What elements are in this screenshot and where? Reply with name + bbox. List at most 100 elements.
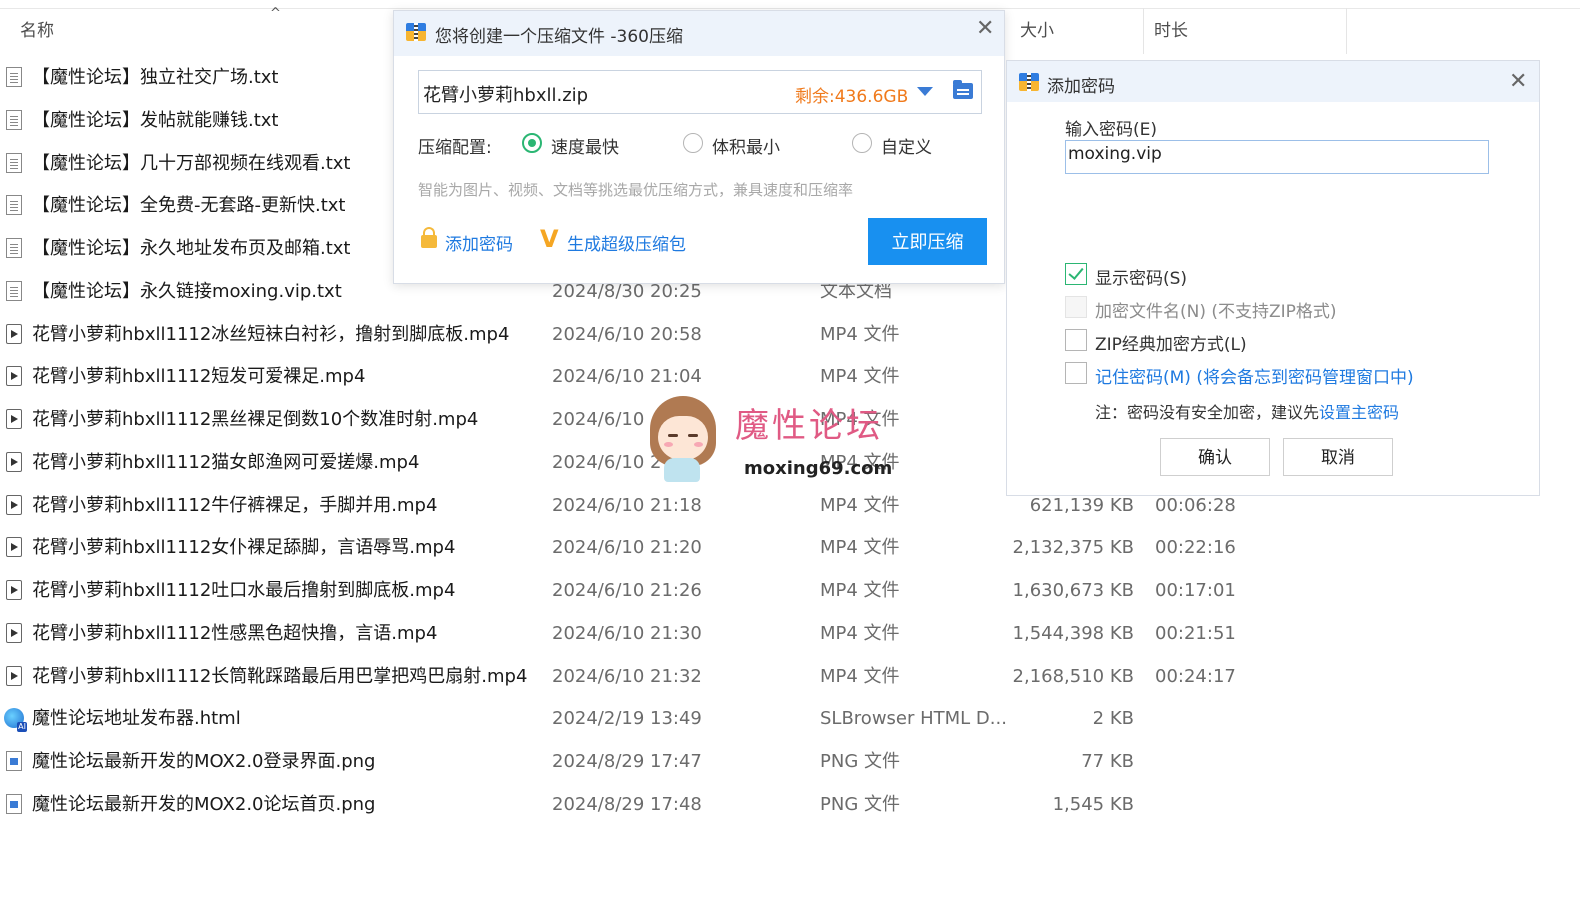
file-type: MP4 文件 [820, 665, 900, 687]
file-duration: 00:24:17 [1155, 665, 1236, 687]
file-date: 2024/6/10 21:32 [552, 665, 702, 687]
remember-password-label[interactable]: 记住密码(M) (将会备忘到密码管理窗口中) [1095, 363, 1414, 388]
text-file-icon [6, 152, 22, 173]
compress-config-label: 压缩配置: [418, 138, 492, 158]
video-file-icon [6, 451, 22, 472]
video-file-icon [6, 622, 22, 643]
video-file-icon [6, 323, 22, 344]
file-name: 花臂小萝莉hbxll1112牛仔裤裸足，手脚并用.mp4 [32, 494, 438, 516]
remaining-space: 剩余:436.6GB [795, 87, 909, 107]
file-name: 花臂小萝莉hbxll1112长筒靴踩踏最后用巴掌把鸡巴扇射.mp4 [32, 665, 528, 687]
radio-fastest[interactable] [522, 133, 542, 153]
file-type: MP4 文件 [820, 323, 900, 345]
sort-ascending-icon: ^ [270, 6, 281, 21]
file-size: 2 KB [1092, 708, 1134, 730]
radio-smallest[interactable] [683, 133, 703, 153]
ok-button[interactable]: 确认 [1160, 438, 1270, 476]
compress-hint: 智能为图片、视频、文档等挑选最优压缩方式，兼具速度和压缩率 [418, 181, 854, 199]
column-header-size[interactable]: 大小 [1010, 8, 1144, 54]
password-dialog-title: 添加密码 [1047, 77, 1115, 97]
file-date: 2024/6/10 [552, 409, 645, 430]
file-date: 2024/6/10 21:20 [552, 537, 702, 559]
radio-smallest-label[interactable]: 体积最小 [712, 133, 780, 158]
password-dialog-titlebar[interactable]: 添加密码 ✕ [1007, 61, 1539, 102]
file-name: 魔性论坛地址发布器.html [32, 708, 241, 730]
dialog-titlebar[interactable]: 您将创建一个压缩文件 -360压缩 ✕ [394, 11, 1004, 56]
browser-html-icon [4, 708, 27, 733]
file-date: 2024/6/10 21:26 [552, 580, 702, 601]
file-row[interactable]: 魔性论坛最新开发的MOX2.0登录界面.png 2024/8/29 17:47 PN… [0, 740, 1580, 783]
remember-password-checkbox[interactable] [1065, 362, 1087, 384]
show-password-checkbox[interactable] [1065, 263, 1087, 285]
file-type: MP4 文件 [820, 580, 900, 601]
file-name: 【魔性论坛】全免费-无套路-更新快.txt [32, 195, 346, 217]
video-file-icon [6, 409, 22, 429]
file-name: 花臂小萝莉hbxll1112性感黑色超快撸，言语.mp4 [32, 622, 438, 644]
archive-app-icon [406, 23, 426, 41]
column-header-size-label: 大小 [1020, 21, 1054, 41]
text-file-icon [6, 238, 22, 258]
radio-custom[interactable] [852, 133, 872, 153]
video-file-icon [6, 494, 22, 515]
close-icon[interactable]: ✕ [976, 18, 994, 40]
file-duration: 00:21:51 [1155, 622, 1236, 644]
file-date: 2024/2/19 13:49 [552, 708, 702, 730]
cancel-button[interactable]: 取消 [1283, 438, 1393, 476]
image-file-icon [6, 751, 22, 771]
file-size: 77 KB [1081, 751, 1134, 772]
file-row[interactable]: 花臂小萝莉hbxll1112吐口水最后撸射到脚底板.mp4 2024/6/10 2… [0, 569, 1580, 612]
watermark-url: moxing69.com [744, 458, 893, 479]
super-v-icon: V [540, 225, 559, 253]
file-name: 【魔性论坛】几十万部视频在线观看.txt [32, 152, 351, 174]
video-file-icon [6, 537, 22, 558]
file-name: 花臂小萝莉hbxll1112吐口水最后撸射到脚底板.mp4 [32, 580, 456, 601]
lock-icon [421, 227, 437, 248]
add-password-link[interactable]: 添加密码 [445, 230, 513, 255]
generate-super-archive-link[interactable]: 生成超级压缩包 [567, 230, 686, 255]
file-type: PNG 文件 [820, 751, 900, 772]
radio-fastest-label[interactable]: 速度最快 [551, 133, 619, 158]
encrypt-filenames-label: 加密文件名(N) (不支持ZIP格式) [1095, 302, 1337, 322]
security-note-text: 注：密码没有安全加密，建议先 [1095, 403, 1320, 422]
file-date: 2024/8/29 17:47 [552, 751, 702, 772]
zip-classic-label[interactable]: ZIP经典加密方式(L) [1095, 330, 1247, 355]
dialog-title: 您将创建一个压缩文件 -360压缩 [435, 27, 683, 47]
file-row[interactable]: 花臂小萝莉hbxll1112长筒靴踩踏最后用巴掌把鸡巴扇射.mp4 2024/6/… [0, 655, 1580, 698]
file-type: MP4 文件 [820, 537, 900, 559]
column-header-name-label: 名称 [20, 21, 54, 41]
column-header-duration-label: 时长 [1154, 21, 1188, 41]
close-icon[interactable]: ✕ [1509, 71, 1527, 93]
archive-filename[interactable]: 花臂小萝莉hbxll.zip [423, 81, 588, 107]
file-size: 1,545 KB [1052, 793, 1134, 815]
add-password-dialog: 添加密码 ✕ 输入密码(E) moxing.vip 显示密码(S) 加密文件名(… [1006, 60, 1540, 496]
file-type: MP4 文件 [820, 622, 900, 644]
file-row[interactable]: 花臂小萝莉hbxll1112性感黑色超快撸，言语.mp4 2024/6/10 21… [0, 612, 1580, 655]
radio-custom-label[interactable]: 自定义 [881, 133, 932, 158]
file-row[interactable]: 魔性论坛最新开发的MOX2.0论坛首页.png 2024/8/29 17:48 PN… [0, 783, 1580, 826]
file-type: PNG 文件 [820, 793, 900, 815]
column-header-name[interactable]: 名称 [0, 8, 393, 54]
file-row[interactable]: 魔性论坛地址发布器.html 2024/2/19 13:49 SLBrowser H… [0, 697, 1580, 740]
chevron-down-icon[interactable] [917, 87, 933, 96]
set-master-password-link[interactable]: 设置主密码 [1319, 403, 1399, 422]
text-file-icon [6, 195, 22, 216]
file-size: 1,630,673 KB [1012, 580, 1134, 601]
image-file-icon [6, 793, 22, 814]
show-password-label[interactable]: 显示密码(S) [1095, 264, 1187, 289]
password-input-label: 输入密码(E) [1065, 120, 1158, 140]
file-name: 【魔性论坛】发帖就能赚钱.txt [32, 109, 279, 131]
folder-icon[interactable] [953, 80, 973, 99]
file-duration: 00:17:01 [1155, 580, 1236, 601]
file-name: 花臂小萝莉hbxll1112黑丝裸足倒数10个数准时射.mp4 [32, 409, 479, 430]
column-header-duration[interactable]: 时长 [1144, 8, 1347, 54]
encrypt-filenames-checkbox[interactable] [1065, 296, 1087, 318]
compress-now-button[interactable]: 立即压缩 [868, 218, 987, 265]
video-file-icon [6, 366, 22, 387]
file-row[interactable]: 花臂小萝莉hbxll1112女仆裸足舔脚，言语辱骂.mp4 2024/6/10 2… [0, 526, 1580, 569]
create-archive-dialog: 您将创建一个压缩文件 -360压缩 ✕ 花臂小萝莉hbxll.zip 剩余:43… [393, 10, 1005, 284]
archive-path-field[interactable]: 花臂小萝莉hbxll.zip 剩余:436.6GB [418, 70, 982, 114]
zip-classic-checkbox[interactable] [1065, 329, 1087, 351]
password-input[interactable]: moxing.vip [1065, 140, 1489, 174]
watermark-title: 魔性论坛 [735, 406, 883, 446]
text-file-icon [6, 109, 22, 130]
